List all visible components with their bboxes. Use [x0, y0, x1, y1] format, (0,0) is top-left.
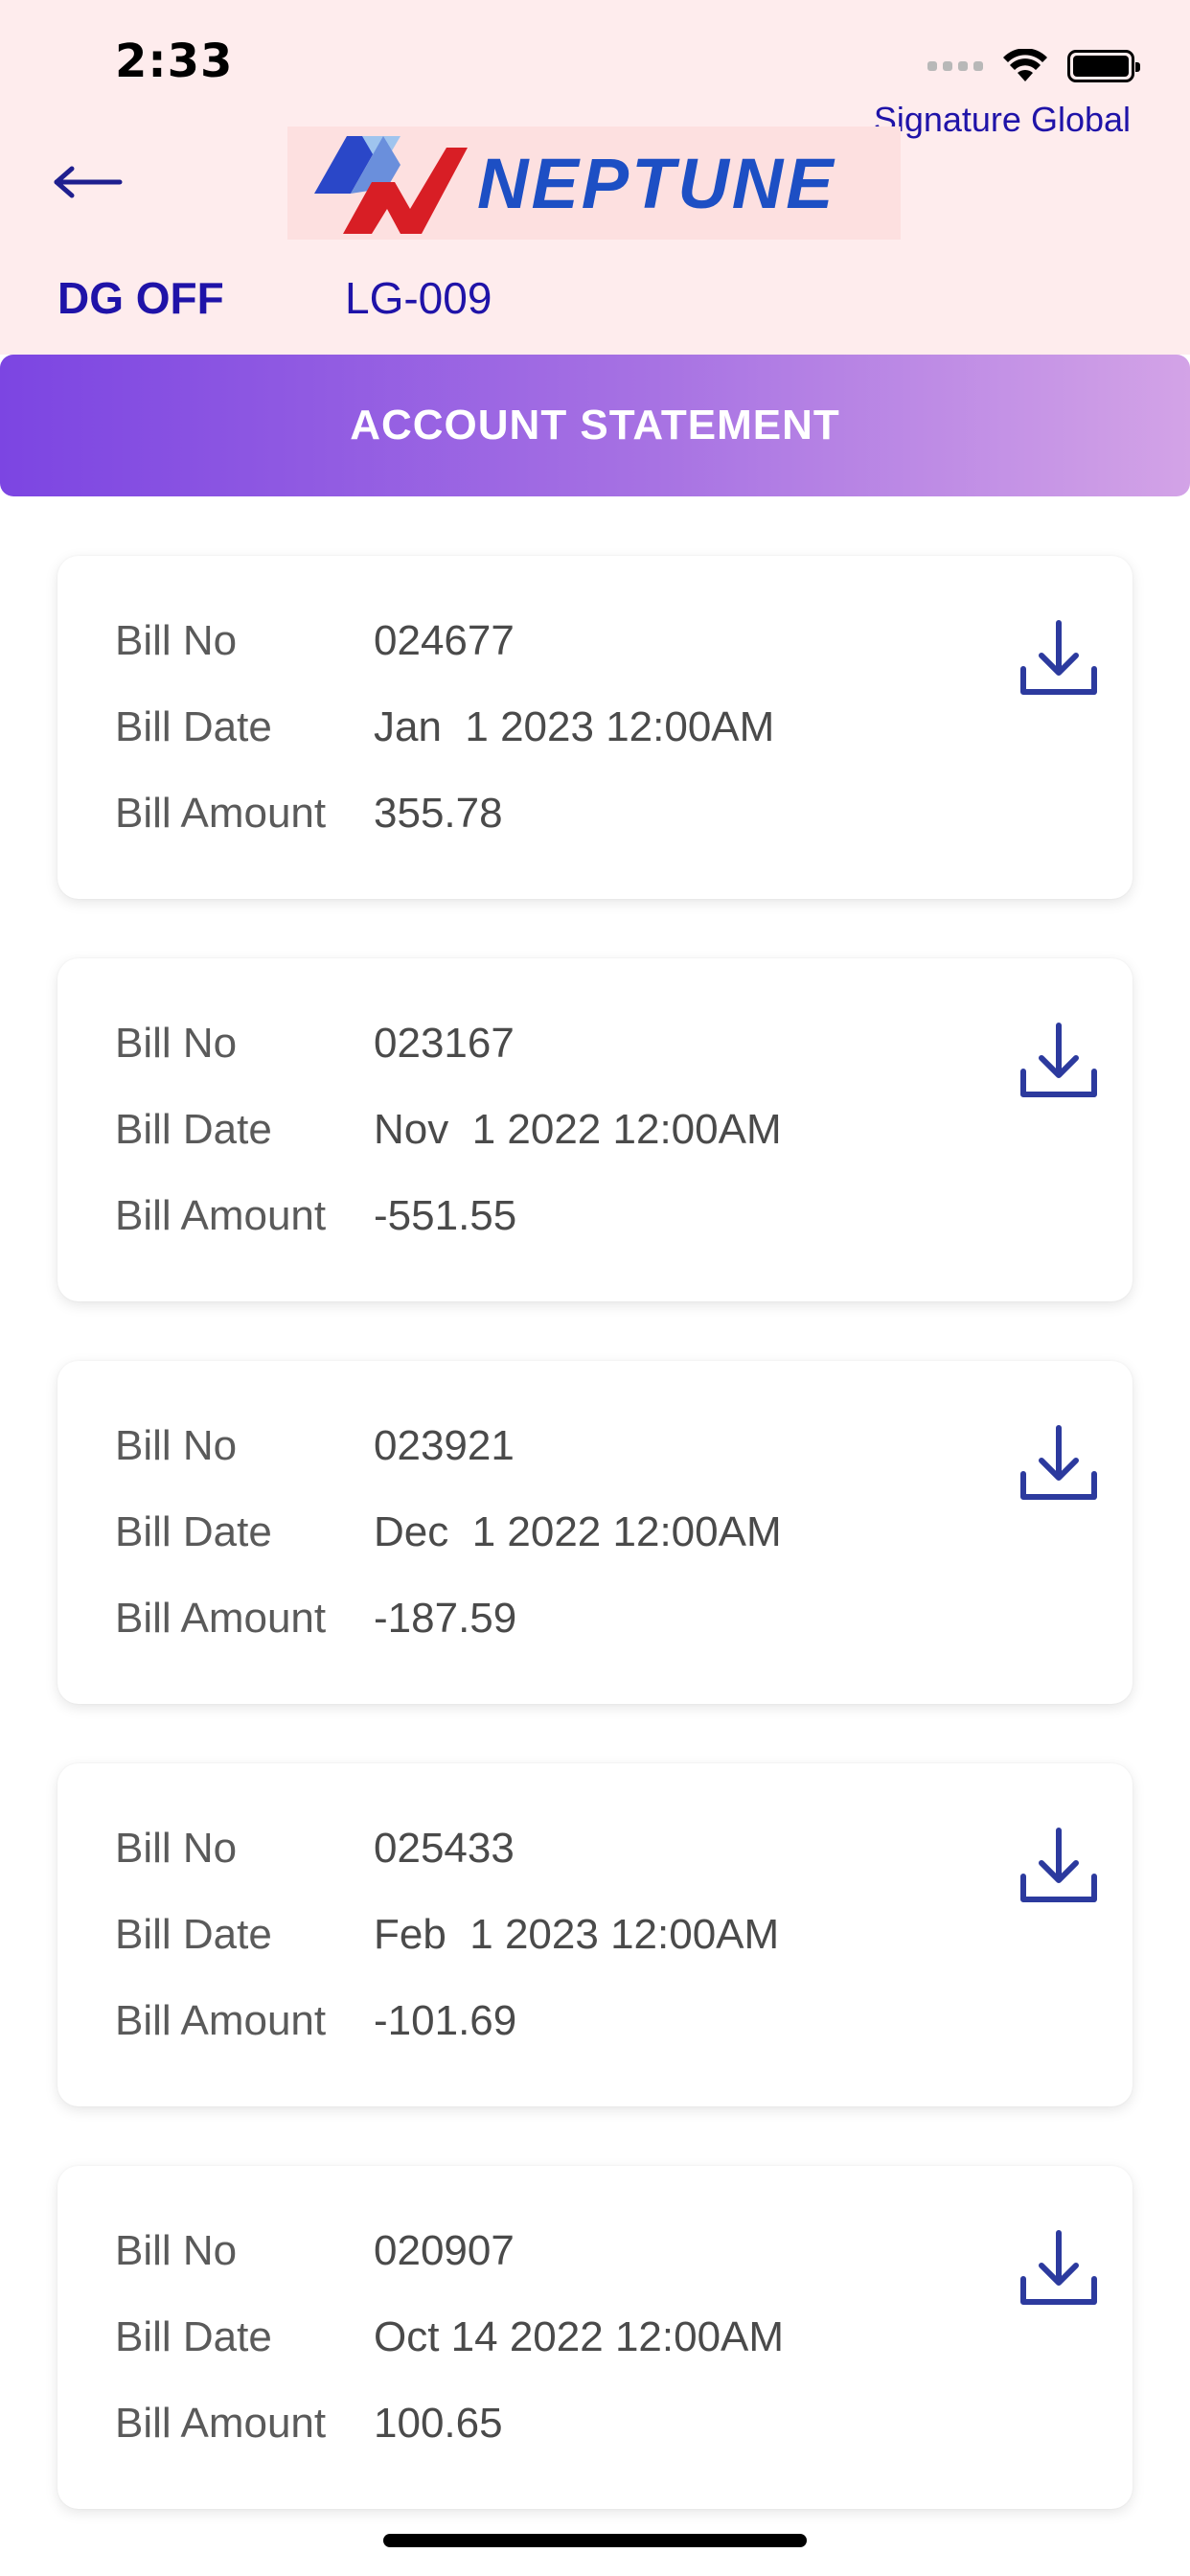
download-button[interactable] [1016, 2225, 1102, 2312]
home-indicator[interactable] [383, 2534, 807, 2547]
bill-date-label: Bill Date [115, 1911, 272, 1958]
bill-date-label: Bill Date [115, 703, 272, 750]
bill-amount-value: -551.55 [374, 1192, 517, 1239]
arrow-left-icon [54, 166, 123, 198]
bill-card: Bill No 025433 Bill Date Feb 1 2023 12:0… [57, 1763, 1133, 2106]
bill-amount-value: 355.78 [374, 790, 503, 837]
bill-amount-row: Bill Amount 355.78 [115, 790, 503, 838]
bill-no-label: Bill No [115, 1825, 238, 1872]
bill-card: Bill No 020907 Bill Date Oct 14 2022 12:… [57, 2166, 1133, 2509]
download-button[interactable] [1016, 1420, 1102, 1506]
unit-id-label: LG-009 [345, 273, 492, 323]
bill-card: Bill No 023921 Bill Date Dec 1 2022 12:0… [57, 1361, 1133, 1704]
bill-amount-row: Bill Amount -551.55 [115, 1192, 516, 1240]
bill-no-value: 025433 [374, 1825, 515, 1872]
dg-status-label: DG OFF [57, 273, 224, 323]
bill-amount-label: Bill Amount [115, 2400, 327, 2447]
logo-mark-icon [287, 126, 469, 240]
bill-card: Bill No 024677 Bill Date Jan 1 2023 12:0… [57, 556, 1133, 899]
bill-no-row: Bill No 023167 [115, 1020, 515, 1068]
download-button[interactable] [1016, 1823, 1102, 1909]
status-time: 2:33 [115, 34, 234, 88]
organization-name: Signature Global [873, 100, 1131, 139]
bill-no-row: Bill No 025433 [115, 1825, 515, 1873]
bill-no-value: 023921 [374, 1422, 515, 1469]
bill-date-label: Bill Date [115, 1106, 272, 1153]
download-icon [1020, 1828, 1097, 1902]
bill-date-row: Bill Date Jan 1 2023 12:00AM [115, 703, 774, 751]
bill-no-label: Bill No [115, 1422, 238, 1469]
bill-date-row: Bill Date Oct 14 2022 12:00AM [115, 2313, 784, 2361]
bill-no-label: Bill No [115, 617, 238, 664]
bill-no-label: Bill No [115, 1020, 238, 1067]
download-icon [1020, 1023, 1097, 1097]
download-button[interactable] [1016, 615, 1102, 702]
bill-amount-value: -187.59 [374, 1595, 517, 1642]
account-statement-banner: ACCOUNT STATEMENT [0, 355, 1190, 496]
bill-no-row: Bill No 024677 [115, 617, 515, 665]
bill-date-value: Feb 1 2023 12:00AM [374, 1911, 780, 1958]
bill-amount-row: Bill Amount -101.69 [115, 1997, 516, 2045]
bill-amount-label: Bill Amount [115, 1192, 327, 1239]
cellular-signal-icon [927, 61, 983, 71]
bill-date-row: Bill Date Feb 1 2023 12:00AM [115, 1911, 779, 1959]
bill-amount-value: 100.65 [374, 2400, 503, 2447]
bill-date-value: Oct 14 2022 12:00AM [374, 2313, 785, 2360]
bill-date-value: Nov 1 2022 12:00AM [374, 1106, 782, 1153]
bill-amount-value: -101.69 [374, 1997, 517, 2044]
status-icons [927, 42, 1140, 90]
wifi-icon [1002, 49, 1048, 83]
bill-date-value: Dec 1 2022 12:00AM [374, 1508, 782, 1555]
bill-amount-row: Bill Amount -187.59 [115, 1595, 516, 1643]
neptune-logo: NEPTUNE [287, 126, 901, 240]
bill-amount-label: Bill Amount [115, 790, 327, 837]
app-header: 2:33 Signature Global NEPTUNE DG OFF LG-… [0, 0, 1190, 355]
bill-date-label: Bill Date [115, 2313, 272, 2360]
bill-card: Bill No 023167 Bill Date Nov 1 2022 12:0… [57, 958, 1133, 1301]
download-icon [1020, 620, 1097, 695]
bill-date-row: Bill Date Dec 1 2022 12:00AM [115, 1508, 782, 1556]
page-title: ACCOUNT STATEMENT [350, 402, 840, 448]
back-button[interactable] [44, 153, 130, 211]
bill-date-label: Bill Date [115, 1508, 272, 1555]
bill-no-value: 020907 [374, 2227, 515, 2274]
battery-icon [1067, 50, 1140, 82]
download-button[interactable] [1016, 1018, 1102, 1104]
download-icon [1020, 1425, 1097, 1500]
logo-text: NEPTUNE [477, 143, 836, 223]
bill-list: Bill No 024677 Bill Date Jan 1 2023 12:0… [57, 556, 1133, 2568]
bill-amount-label: Bill Amount [115, 1997, 327, 2044]
download-icon [1020, 2230, 1097, 2305]
bill-amount-row: Bill Amount 100.65 [115, 2400, 503, 2448]
bill-date-row: Bill Date Nov 1 2022 12:00AM [115, 1106, 782, 1154]
bill-date-value: Jan 1 2023 12:00AM [374, 703, 775, 750]
bill-no-row: Bill No 020907 [115, 2227, 515, 2275]
bill-amount-label: Bill Amount [115, 1595, 327, 1642]
bill-no-value: 024677 [374, 617, 515, 664]
bill-no-label: Bill No [115, 2227, 238, 2274]
bill-no-value: 023167 [374, 1020, 515, 1067]
bill-no-row: Bill No 023921 [115, 1422, 515, 1470]
